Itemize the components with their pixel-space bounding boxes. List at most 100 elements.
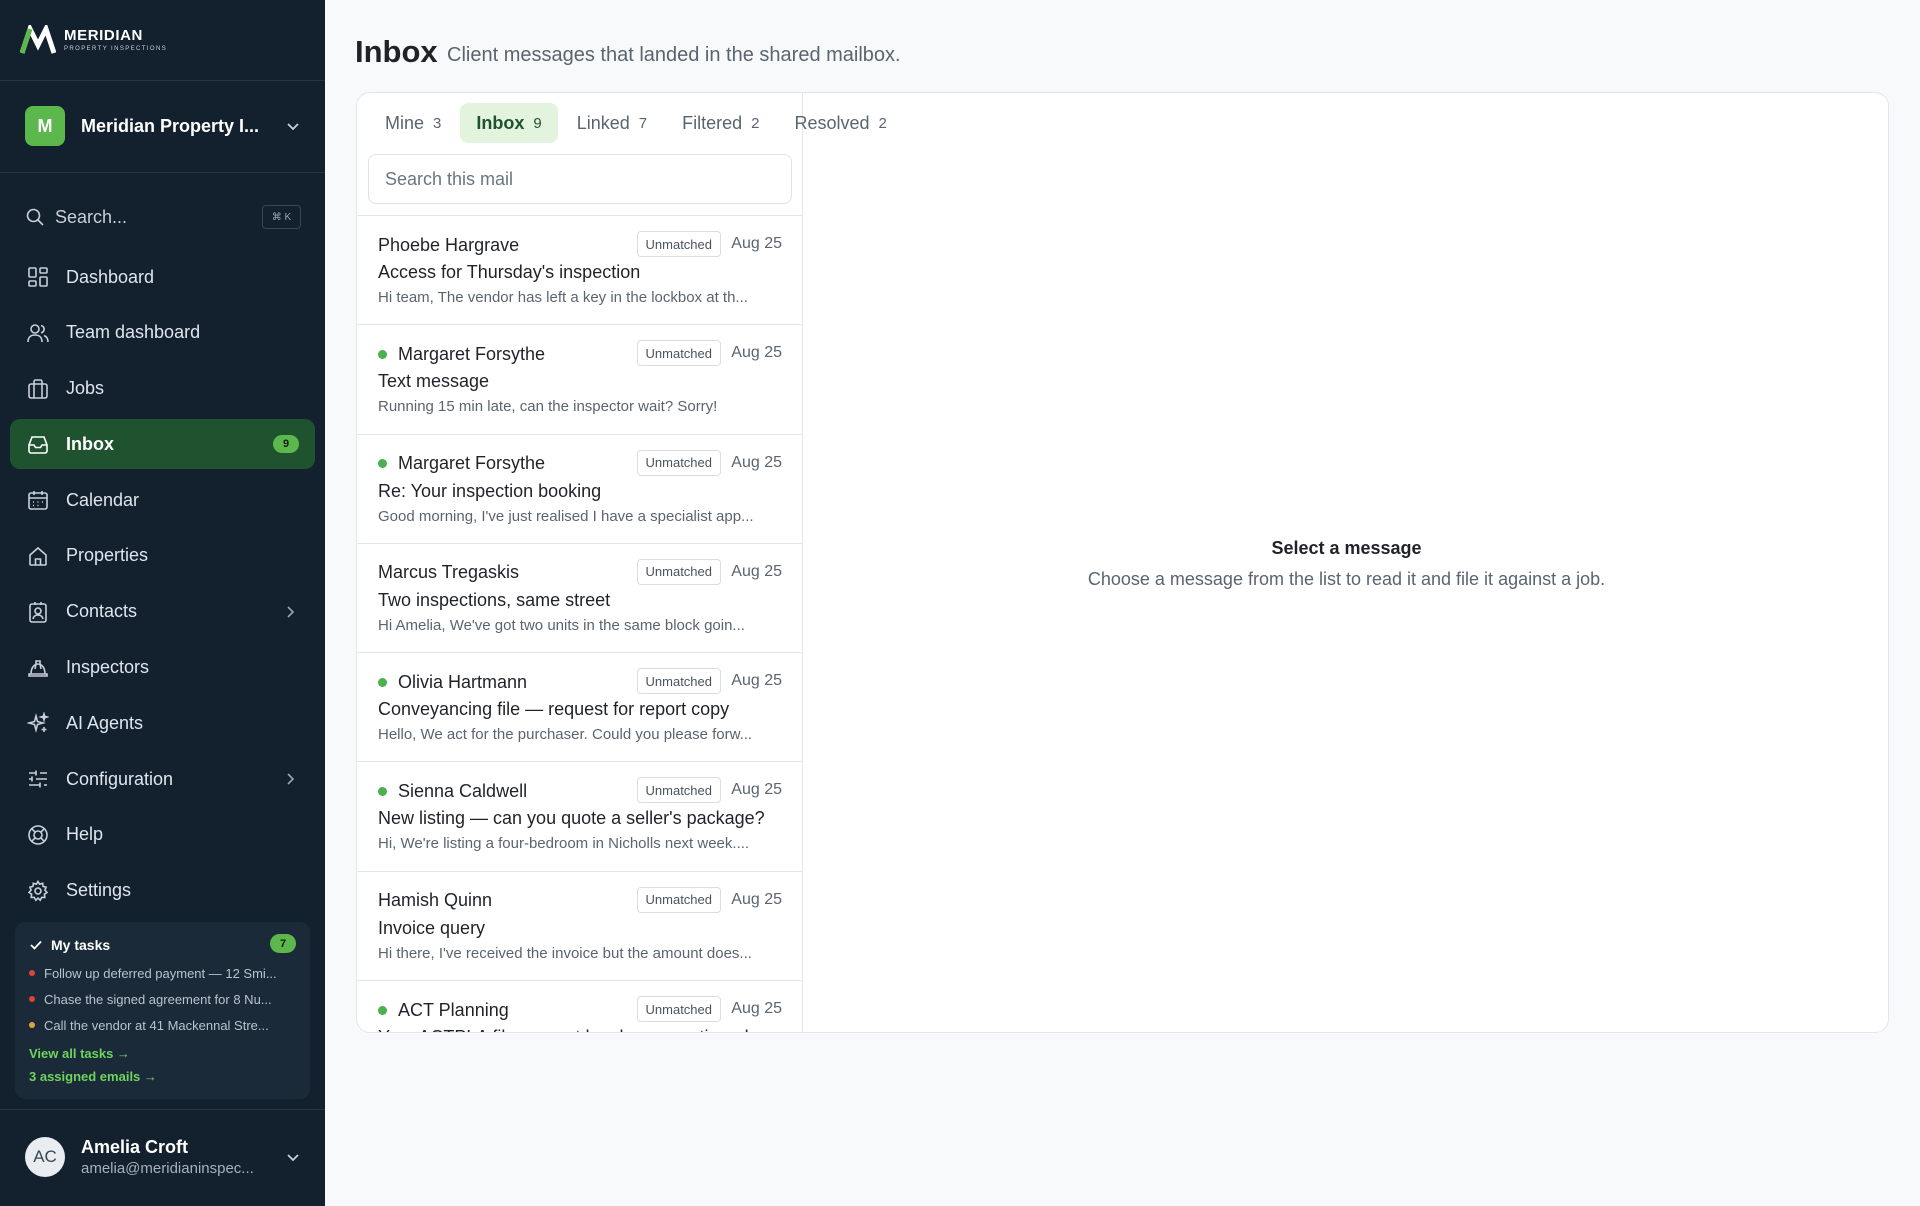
sidebar-item-inspectors[interactable]: Inspectors — [10, 643, 315, 693]
sidebar-item-help[interactable]: Help — [10, 810, 315, 860]
unread-dot — [378, 349, 387, 359]
task-text: Chase the signed agreement for 8 Nu... — [44, 991, 272, 1007]
message-sender: Sienna Caldwell — [398, 780, 528, 801]
org-switcher[interactable]: M Meridian Property I... — [25, 106, 301, 146]
sidebar-item-label: Properties — [66, 545, 149, 566]
org-name: Meridian Property I... — [81, 115, 260, 136]
global-search[interactable]: Search... ⌘ K — [25, 201, 301, 233]
sidebar-item-configuration[interactable]: Configuration — [10, 754, 315, 804]
sidebar-item-label: Dashboard — [66, 266, 155, 287]
message-list-pane: Mine3Inbox9Linked7Filtered2Resolved2 Pho… — [357, 93, 887, 1032]
search-shortcut: ⌘ K — [262, 205, 301, 229]
message-sender: Margaret Forsythe — [398, 343, 546, 364]
sidebar-item-ai-agents[interactable]: AI Agents — [10, 698, 315, 748]
message-row[interactable]: Hamish Quinn Unmatched Aug 25 Invoice query… — [357, 872, 803, 982]
inbox-icon — [26, 432, 50, 456]
task-item[interactable]: Chase the signed agreement for 8 Nu... — [29, 986, 296, 1012]
message-subject: Your ACTPLA file request has been reacti… — [378, 1027, 782, 1032]
sidebar-item-label: Inbox — [66, 433, 114, 454]
sidebar-item-inbox[interactable]: Inbox 9 — [10, 419, 315, 470]
tab-label: Linked — [576, 112, 630, 133]
message-row[interactable]: Phoebe Hargrave Unmatched Aug 25 Access for… — [357, 216, 803, 326]
brand-logo[interactable]: MERIDIAN PROPERTY INSPECTIONS — [20, 24, 167, 56]
chevron-down-icon — [287, 123, 299, 131]
tasks-list: Follow up deferred payment — 12 Smi... Ch… — [29, 960, 296, 1038]
user-menu[interactable]: AC Amelia Croft amelia@meridianinspec... — [25, 1137, 301, 1177]
sidebar-item-label: AI Agents — [66, 712, 144, 733]
hard-hat-icon — [26, 656, 50, 680]
my-tasks-panel: My tasks 7 Follow up deferred payment — … — [15, 922, 310, 1099]
message-preview: Hi team, The vendor has left a key in th… — [378, 289, 748, 306]
dashboard-icon — [26, 265, 50, 289]
brand-name: MERIDIAN — [64, 27, 143, 44]
tab-filtered[interactable]: Filtered 2 — [666, 103, 775, 143]
priority-dot — [29, 970, 35, 976]
inbox-card: Mine3Inbox9Linked7Filtered2Resolved2 Pho… — [356, 92, 1889, 1033]
meridian-logo-icon — [20, 25, 56, 54]
tab-inbox[interactable]: Inbox 9 — [460, 103, 558, 143]
reading-pane: Select a message Choose a message from t… — [803, 93, 1888, 1032]
mail-search-input[interactable] — [368, 154, 792, 204]
divider — [0, 80, 325, 81]
users-icon — [26, 321, 50, 345]
message-sender: ACT Planning — [398, 999, 509, 1020]
sidebar: MERIDIAN PROPERTY INSPECTIONS M Meridian… — [0, 0, 325, 1206]
tab-mine[interactable]: Mine 3 — [369, 103, 457, 143]
tab-label: Mine — [385, 112, 425, 133]
message-sender: Margaret Forsythe — [398, 453, 546, 474]
sidebar-item-contacts[interactable]: Contacts — [10, 587, 315, 637]
status-badge: Unmatched — [636, 231, 721, 257]
message-date: Aug 25 — [731, 562, 782, 580]
sidebar-item-calendar[interactable]: Calendar — [10, 475, 315, 525]
contact-icon — [26, 600, 50, 624]
sparkles-icon — [26, 711, 50, 735]
status-badge: Unmatched — [636, 340, 721, 367]
message-list: Phoebe Hargrave Unmatched Aug 25 Access for… — [357, 215, 803, 1032]
message-sender: Olivia Hartmann — [398, 671, 528, 692]
search-icon — [26, 208, 44, 226]
message-date: Aug 25 — [731, 453, 782, 471]
tab-linked[interactable]: Linked 7 — [561, 103, 663, 143]
message-row[interactable]: ACT Planning Unmatched Aug 25 Your ACTPLA f… — [357, 981, 803, 1032]
check-icon — [30, 940, 42, 950]
avatar: AC — [25, 1137, 65, 1177]
search-label: Search... — [55, 206, 128, 227]
message-row[interactable]: Sienna Caldwell Unmatched Aug 25 New listin… — [357, 762, 803, 872]
message-sender: Marcus Tregaskis — [378, 562, 520, 583]
message-subject: Text message — [378, 371, 490, 392]
sidebar-item-settings[interactable]: Settings — [10, 866, 315, 916]
unread-dot — [378, 1005, 387, 1015]
message-subject: Conveyancing file — request for report c… — [378, 699, 730, 720]
user-name: Amelia Croft — [81, 1137, 189, 1157]
tasks-title: My tasks — [51, 937, 111, 953]
sidebar-item-jobs[interactable]: Jobs — [10, 364, 315, 414]
task-item[interactable]: Follow up deferred payment — 12 Smi... — [29, 960, 296, 986]
message-preview: Hi, We're listing a four-bedroom in Nich… — [378, 835, 750, 853]
empty-state-title: Select a message — [1271, 537, 1422, 558]
sidebar-item-dashboard[interactable]: Dashboard — [10, 252, 315, 302]
message-preview: Good morning, I've just realised I have … — [378, 507, 754, 525]
user-email: amelia@meridianinspec... — [81, 1160, 254, 1177]
view-all-tasks-link[interactable]: View all tasks → — [29, 1042, 296, 1065]
assigned-emails-link[interactable]: 3 assigned emails → — [29, 1065, 296, 1088]
message-row[interactable]: Margaret Forsythe Unmatched Aug 25 Text mes… — [357, 325, 803, 435]
status-badge: Unmatched — [636, 449, 721, 476]
tab-label: Filtered — [682, 112, 743, 133]
message-subject: New listing — can you quote a seller's p… — [378, 808, 765, 829]
inbox-count-badge: 9 — [273, 435, 299, 454]
message-row[interactable]: Margaret Forsythe Unmatched Aug 25 Re: Your… — [357, 435, 803, 544]
lifebuoy-icon — [26, 823, 50, 847]
sidebar-item-label: Jobs — [66, 378, 105, 399]
sidebar-item-properties[interactable]: Properties — [10, 531, 315, 581]
sidebar-item-team-dashboard[interactable]: Team dashboard — [10, 308, 315, 358]
task-item[interactable]: Call the vendor at 41 Mackennal Stre... — [29, 1012, 296, 1038]
tab-count: 9 — [533, 114, 542, 132]
status-badge: Unmatched — [636, 886, 721, 913]
calendar-icon — [26, 488, 50, 512]
message-preview: Running 15 min late, can the inspector w… — [378, 398, 718, 416]
empty-state-subtitle: Choose a message from the list to read i… — [1087, 568, 1606, 589]
message-row[interactable]: Olivia Hartmann Unmatched Aug 25 Conveyanci… — [357, 653, 803, 763]
message-date: Aug 25 — [731, 1000, 782, 1018]
message-row[interactable]: Marcus Tregaskis Unmatched Aug 25 Two inspe… — [357, 544, 803, 654]
unread-dot — [378, 459, 387, 469]
